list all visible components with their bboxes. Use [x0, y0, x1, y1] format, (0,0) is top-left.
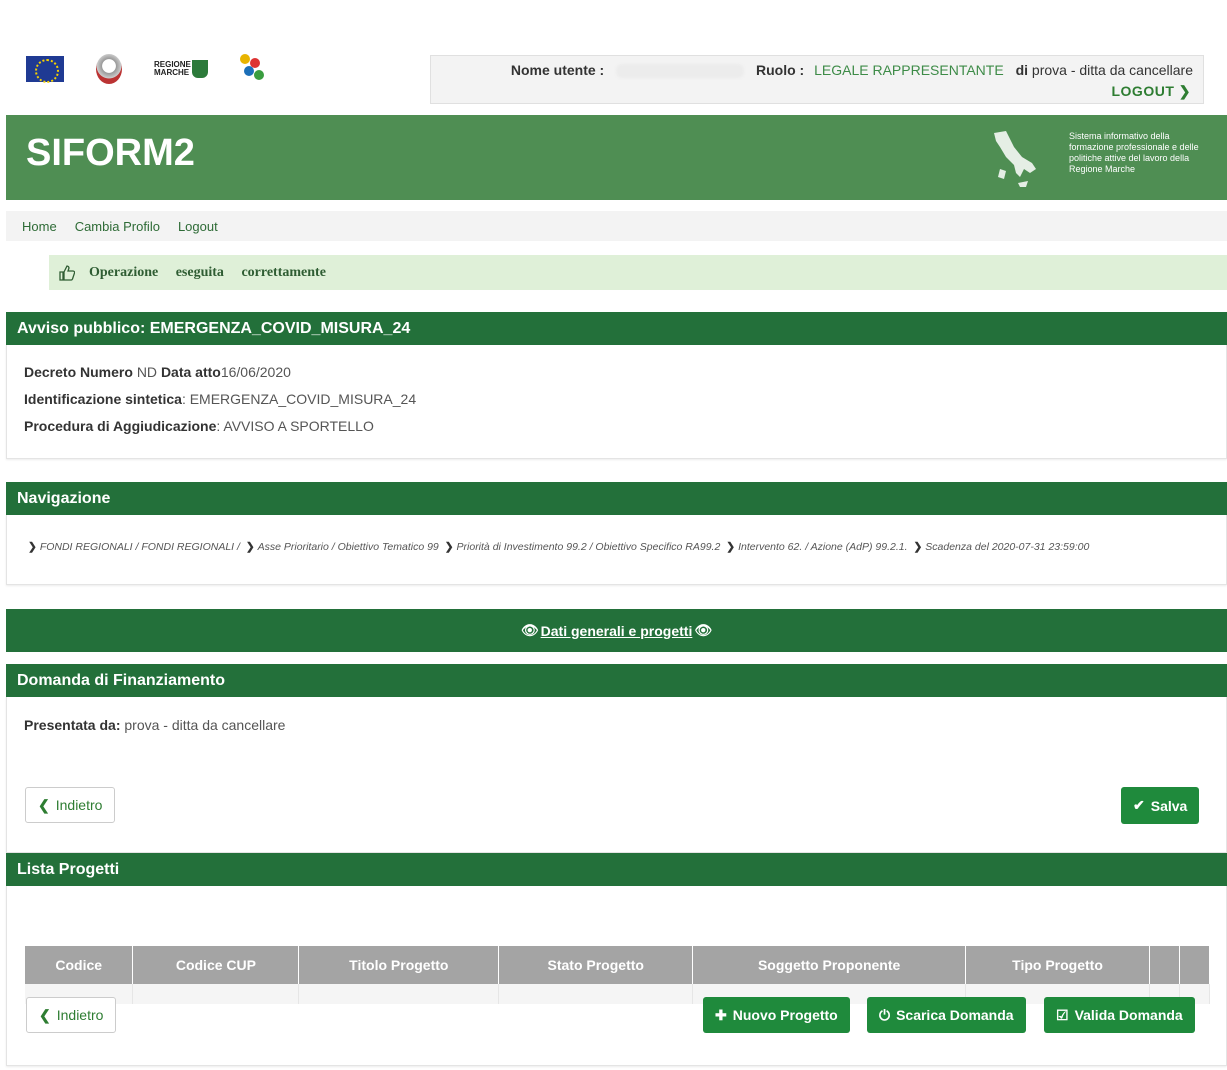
navigazione-panel-title: Navigazione — [6, 482, 1227, 515]
eye-icon: 👁 — [520, 622, 539, 638]
col-action-1 — [1149, 946, 1180, 984]
back-button[interactable]: ❮ Indietro — [26, 997, 117, 1033]
save-button[interactable]: ✔ Salva — [1121, 787, 1200, 824]
dati-generali-toggle[interactable]: 👁 Dati generali e progetti 👁 — [6, 609, 1227, 652]
nav-logout[interactable]: Logout — [178, 219, 218, 234]
thumbs-up-icon — [59, 264, 75, 281]
breadcrumb-item[interactable]: Scadenza del 2020-07-31 23:59:00 — [925, 541, 1089, 553]
nav-home[interactable]: Home — [22, 219, 57, 234]
table-header-row: Codice Codice CUP Titolo Progetto Stato … — [25, 946, 1211, 984]
chevron-right-icon: ❯ — [726, 541, 736, 553]
logo-strip: REGIONE MARCHE — [26, 52, 266, 86]
chevron-right-icon: ❯ — [245, 541, 255, 553]
chevron-left-icon: ❮ — [38, 796, 50, 813]
avviso-panel-title: Avviso pubblico: EMERGENZA_COVID_MISURA_… — [6, 312, 1227, 345]
col-codice-cup[interactable]: Codice CUP — [132, 946, 300, 984]
chevron-left-icon: ❮ — [39, 1006, 51, 1023]
avviso-panel-body: Decreto Numero ND Data atto16/06/2020 Id… — [6, 345, 1227, 459]
navigazione-panel-body: ❯ FONDI REGIONALI / FONDI REGIONALI / ❯ As… — [6, 515, 1227, 585]
alert-word-3: correttamente — [241, 264, 326, 280]
download-application-button[interactable]: ⏻ Scarica Domanda — [867, 997, 1026, 1033]
alert-word-2: eseguita — [175, 264, 224, 280]
validate-application-button[interactable]: ☑ Valida Domanda — [1044, 997, 1195, 1033]
chevron-right-icon: ❯ — [1178, 83, 1191, 99]
col-codice[interactable]: Codice — [25, 946, 134, 984]
eu-flag-logo — [26, 52, 64, 86]
nav-cambia-profilo[interactable]: Cambia Profilo — [75, 219, 160, 234]
decreto-field: Decreto Numero ND Data atto16/06/2020 — [24, 364, 291, 380]
top-navigation: Home Cambia Profilo Logout — [6, 211, 1227, 241]
fse-logo — [238, 52, 266, 86]
logout-link[interactable]: LOGOUT ❯ — [1111, 83, 1191, 100]
role-label: Ruolo : — [755, 62, 805, 78]
breadcrumb: ❯ FONDI REGIONALI / FONDI REGIONALI / ❯ As… — [25, 541, 1089, 553]
company-name: prova - ditta da cancellare — [1031, 62, 1193, 78]
col-action-2 — [1179, 946, 1211, 984]
breadcrumb-item[interactable]: Priorità di Investimento 99.2 / Obiettiv… — [457, 541, 721, 553]
back-button[interactable]: ❮ Indietro — [25, 787, 116, 823]
user-info-bar: Nome utente : Ruolo : LEGALE RAPPRESENTA… — [430, 55, 1204, 104]
presentata-field: Presentata da: prova - ditta da cancella… — [24, 717, 286, 733]
col-stato-progetto[interactable]: Stato Progetto — [498, 946, 694, 984]
new-project-button[interactable]: ✚ Nuovo Progetto — [703, 997, 850, 1033]
domanda-panel-title: Domanda di Finanziamento — [6, 664, 1227, 697]
projects-table: Codice Codice CUP Titolo Progetto Stato … — [25, 946, 1211, 1004]
table-row — [25, 984, 1211, 1004]
domanda-panel-body: Presentata da: prova - ditta da cancella… — [6, 697, 1227, 853]
alert-word-1: Operazione — [89, 264, 159, 280]
app-banner: SIFORM2 Sistema informativo della formaz… — [6, 115, 1227, 200]
role-value: LEGALE RAPPRESENTANTE — [814, 62, 1004, 78]
dati-generali-link[interactable]: Dati generali e progetti — [541, 623, 693, 639]
chevron-right-icon: ❯ — [444, 541, 454, 553]
chevron-right-icon: ❯ — [913, 541, 923, 553]
italian-republic-emblem — [90, 52, 128, 86]
progetti-panel-body: Codice Codice CUP Titolo Progetto Stato … — [6, 886, 1227, 1066]
success-alert: Operazione eseguita correttamente — [49, 255, 1227, 290]
user-name-redacted — [616, 64, 745, 79]
breadcrumb-item[interactable]: FONDI REGIONALI / FONDI REGIONALI / — [40, 541, 240, 553]
user-label: Nome utente : — [510, 62, 605, 78]
app-description: Sistema informativo della formazione pro… — [1069, 131, 1199, 174]
italy-map-icon — [994, 131, 1036, 187]
col-soggetto-proponente[interactable]: Soggetto Proponente — [692, 946, 967, 984]
progetti-panel-title: Lista Progetti — [6, 853, 1227, 886]
breadcrumb-item[interactable]: Intervento 62. / Azione (AdP) 99.2.1. — [738, 541, 907, 553]
identificazione-field: Identificazione sintetica: EMERGENZA_COV… — [24, 391, 417, 407]
check-square-icon: ☑ — [1056, 1006, 1069, 1023]
of-label: di — [1015, 62, 1029, 78]
procedura-field: Procedura di Aggiudicazione: AVVISO A SP… — [24, 418, 374, 434]
app-title: SIFORM2 — [26, 132, 195, 174]
col-tipo-progetto[interactable]: Tipo Progetto — [965, 946, 1150, 984]
chevron-right-icon: ❯ — [28, 541, 37, 553]
check-icon: ✔ — [1133, 797, 1145, 813]
regione-marche-logo: REGIONE MARCHE — [154, 60, 212, 78]
eye-icon: 👁 — [694, 622, 713, 638]
plus-icon: ✚ — [715, 1006, 727, 1023]
col-titolo-progetto[interactable]: Titolo Progetto — [298, 946, 500, 984]
power-circle-icon: ⏻ — [879, 1006, 891, 1023]
breadcrumb-item[interactable]: Asse Prioritario / Obiettivo Tematico 99 — [258, 541, 439, 553]
